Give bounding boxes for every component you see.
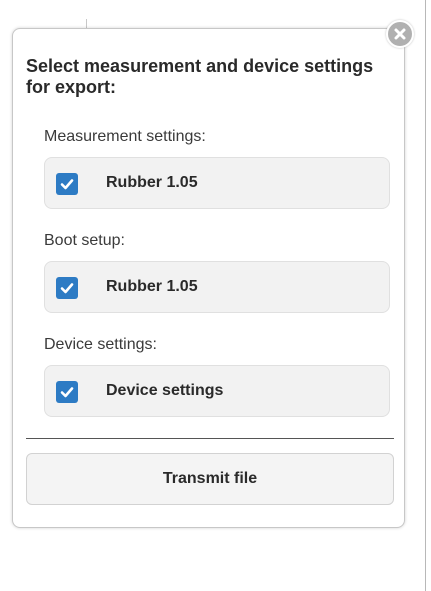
boot-setup-checkbox-row[interactable]: Rubber 1.05 — [44, 261, 390, 313]
device-settings-label: Device settings: — [44, 336, 157, 353]
measurement-settings-label: Measurement settings: — [44, 128, 206, 145]
checkbox-checked-icon[interactable] — [56, 173, 78, 195]
dialog-title: Select measurement and device settings f… — [26, 56, 374, 97]
close-icon[interactable] — [386, 20, 414, 48]
device-settings-option-label: Device settings — [106, 382, 224, 399]
checkbox-checked-icon[interactable] — [56, 277, 78, 299]
transmit-file-button[interactable]: Transmit file — [26, 453, 394, 505]
window-edge — [425, 0, 426, 591]
device-settings-checkbox-row[interactable]: Device settings — [44, 365, 390, 417]
divider — [26, 438, 394, 439]
measurement-settings-option-label: Rubber 1.05 — [106, 174, 198, 191]
boot-setup-label: Boot setup: — [44, 232, 125, 249]
measurement-settings-checkbox-row[interactable]: Rubber 1.05 — [44, 157, 390, 209]
background-tick-mark — [86, 19, 87, 28]
boot-setup-option-label: Rubber 1.05 — [106, 278, 198, 295]
checkbox-checked-icon[interactable] — [56, 381, 78, 403]
